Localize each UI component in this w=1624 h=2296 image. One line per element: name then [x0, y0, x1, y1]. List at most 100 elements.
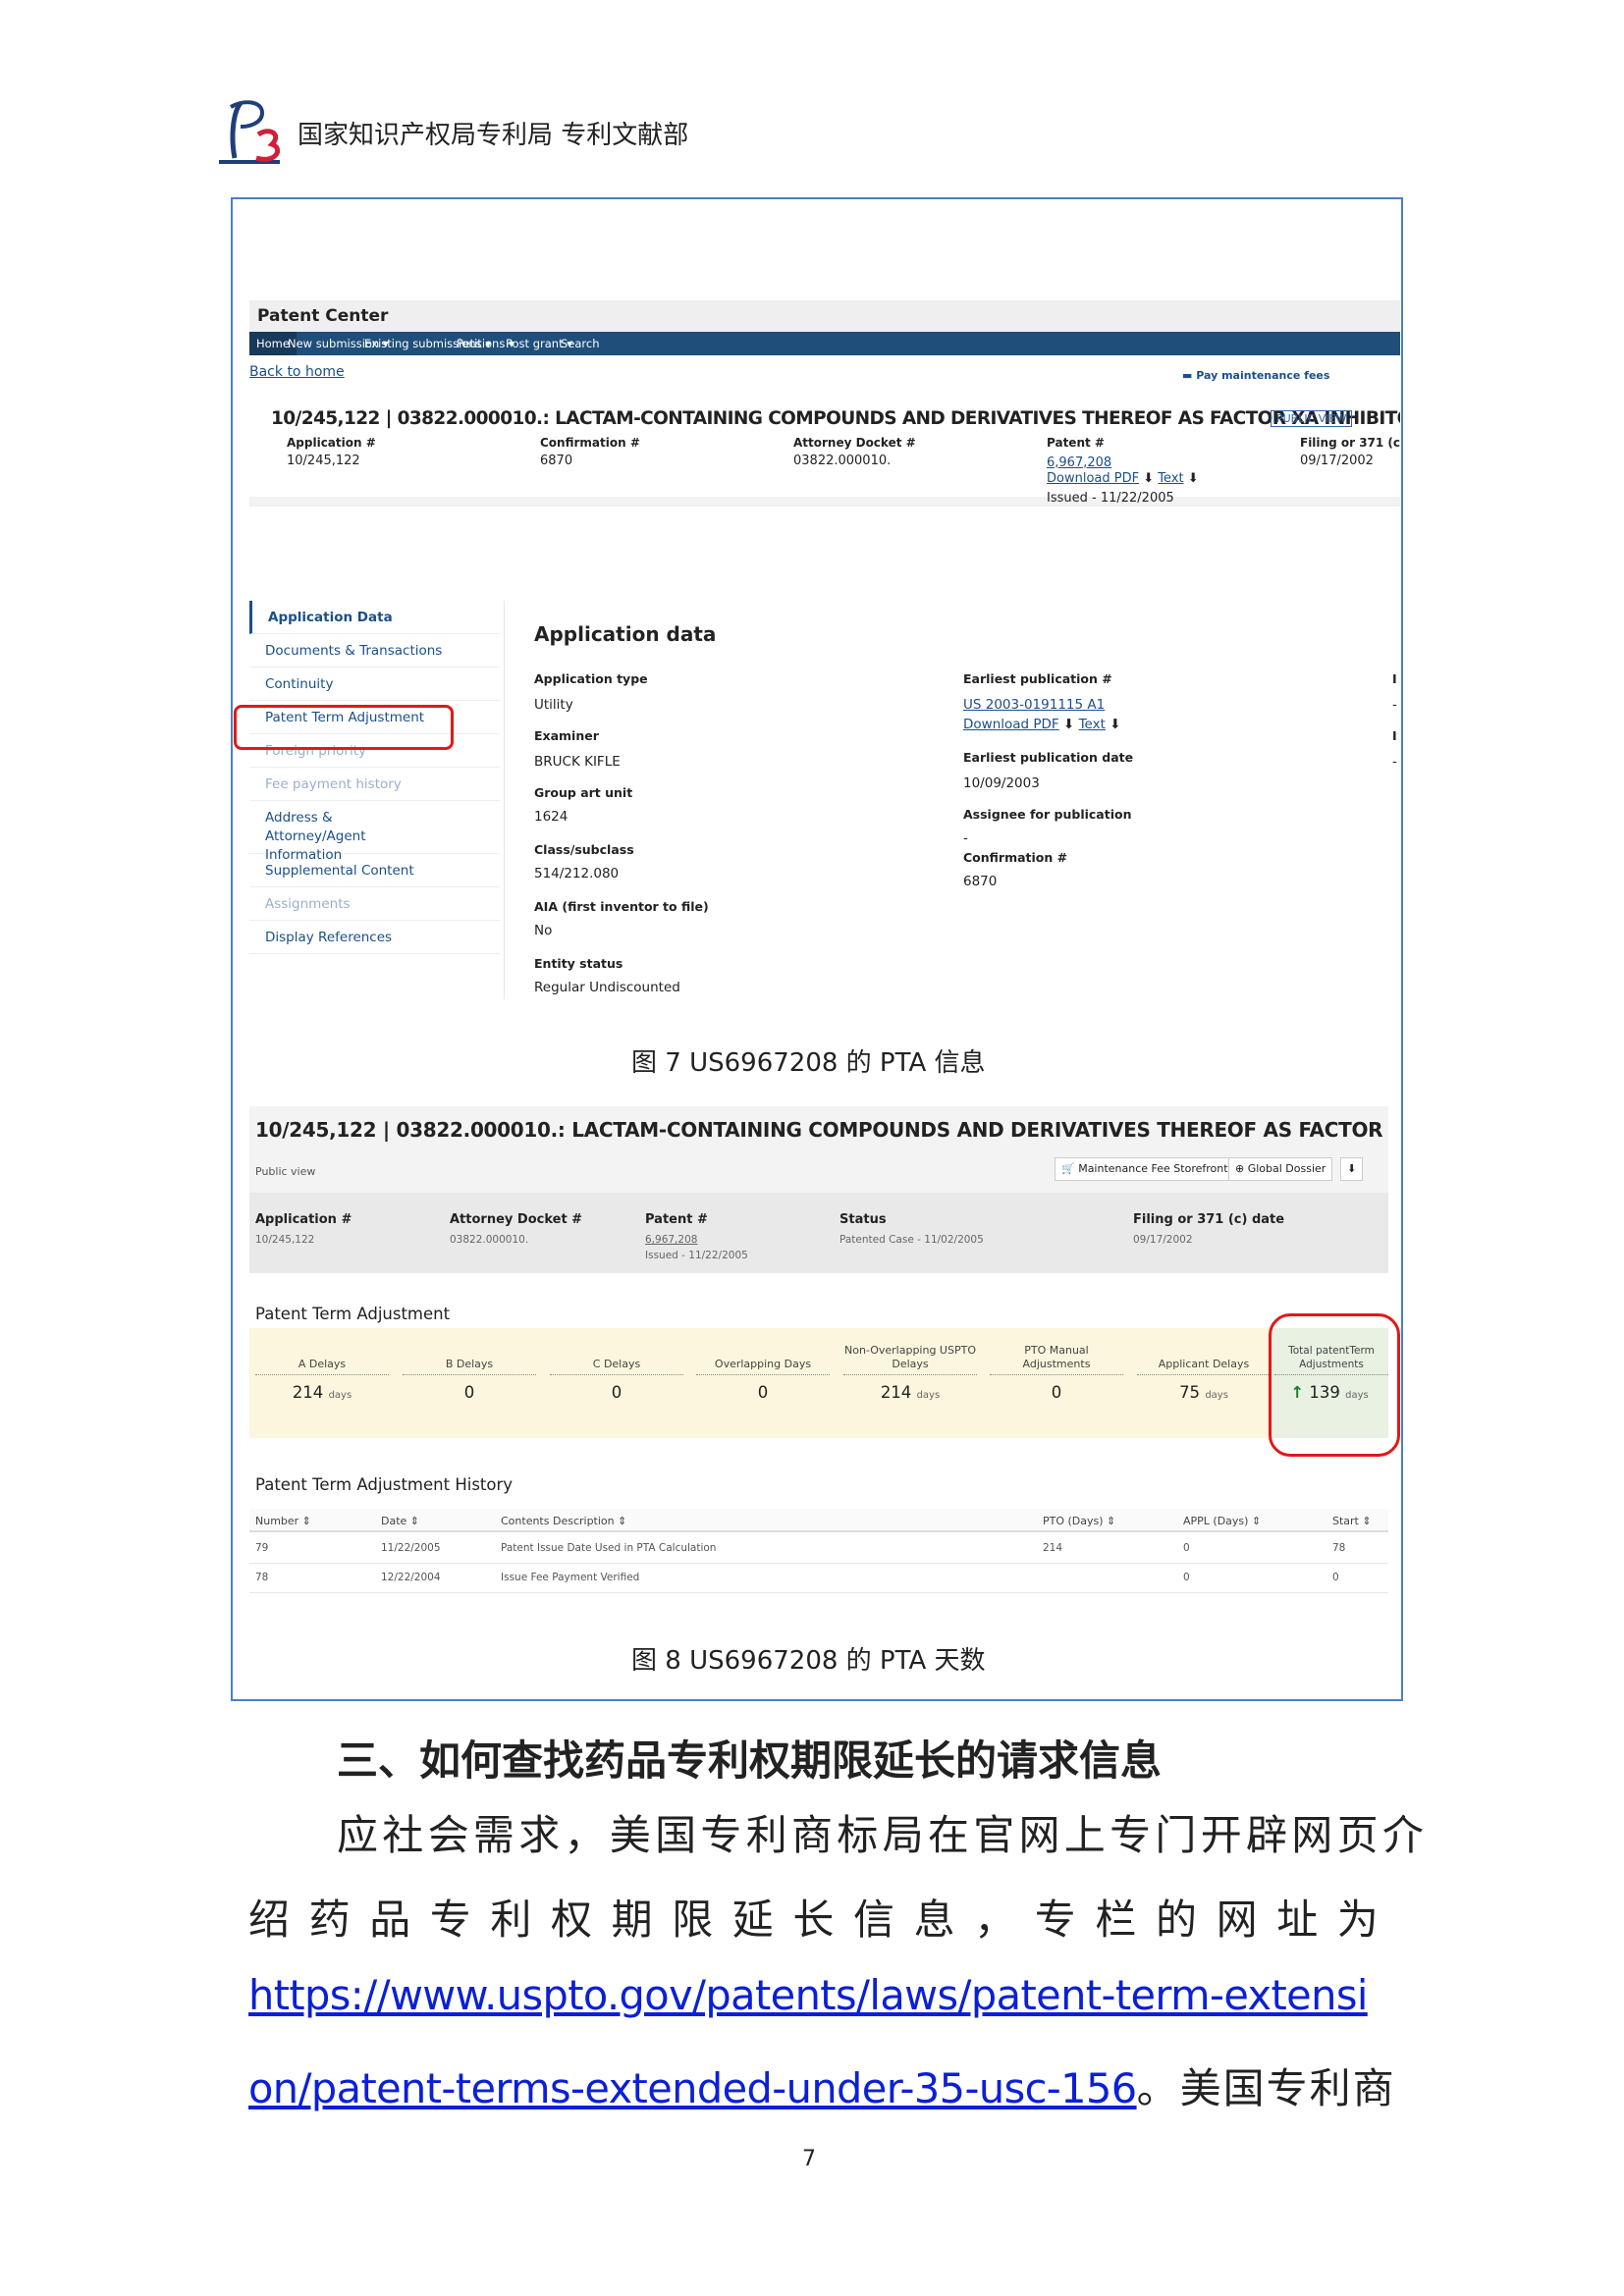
uspto-url-link-continued[interactable]: on/patent-terms-extended-under-35-usc-15…: [248, 2064, 1137, 2112]
sidebar-item-assignments[interactable]: Assignments: [249, 887, 500, 921]
text-link[interactable]: Text: [1158, 471, 1183, 486]
nav-search[interactable]: Search: [554, 332, 607, 355]
patent-number-link[interactable]: 6,967,208: [1047, 455, 1111, 470]
sidebar-item-display-references[interactable]: Display References: [249, 921, 500, 954]
cell: 12/22/2004: [381, 1572, 441, 1583]
page-header: 国家知识产权局专利局 专利文献部: [211, 93, 702, 172]
page-number: 7: [802, 2147, 816, 2171]
sidebar-item-application-data[interactable]: Application Data: [249, 601, 500, 634]
paragraph-line: 应社会需求，美国专利商标局在官网上专门开辟网页介: [337, 1811, 1429, 1859]
application-type-value: Utility: [534, 697, 573, 713]
download-button[interactable]: ⬇: [1340, 1157, 1364, 1181]
back-to-home-link[interactable]: Back to home: [249, 364, 345, 380]
assignee-value: -: [963, 830, 968, 846]
download-icon: ⬇: [1347, 1162, 1357, 1175]
application-title: 10/245,122 | 03822.000010.: LACTAM-CONTA…: [271, 408, 1400, 429]
column-number[interactable]: Number ⇕: [255, 1515, 311, 1527]
column-date[interactable]: Date ⇕: [381, 1515, 419, 1527]
table-row: 78 12/22/2004 Issue Fee Payment Verified…: [249, 1564, 1388, 1593]
attorney-docket-value: 03822.000010.: [793, 454, 892, 468]
clipped-label: I: [1392, 728, 1397, 743]
class-subclass-value: 514/212.080: [534, 866, 620, 881]
filing-date-label: Filing or 371 (c) date: [1133, 1212, 1285, 1227]
download-icon: ⬇: [1063, 717, 1079, 732]
section-heading: 三、如何查找药品专利权期限延长的请求信息: [337, 1736, 1163, 1785]
examiner-value: BRUCK KIFLE: [534, 754, 621, 770]
issued-date: Issued - 11/22/2005: [1047, 491, 1174, 506]
cell: 0: [1332, 1572, 1339, 1583]
column-appl-days[interactable]: APPL (Days) ⇕: [1183, 1515, 1261, 1527]
application-data-title: Application data: [534, 622, 717, 646]
pay-maintenance-fees-link[interactable]: ▬ Pay maintenance fees: [1182, 369, 1329, 382]
clipped-value: -: [1392, 754, 1397, 770]
dossier-label: Global Dossier: [1247, 1162, 1326, 1175]
pta-number: 0: [757, 1383, 769, 1402]
public-view-label: Public view: [255, 1165, 316, 1178]
maintenance-fee-storefront-button[interactable]: 🛒 Maintenance Fee Storefront: [1055, 1157, 1235, 1181]
download-pdf-link[interactable]: Download PDF: [1047, 471, 1139, 486]
cart-icon: 🛒: [1061, 1162, 1079, 1175]
attorney-docket-value: 03822.000010.: [450, 1234, 529, 1246]
pta-value: 0: [544, 1383, 689, 1402]
pta-header: 10/245,122 | 03822.000010.: LACTAM-CONTA…: [249, 1106, 1388, 1273]
pta-a-delays: A Delays 214 days: [249, 1328, 395, 1438]
application-type-label: Application type: [534, 671, 648, 686]
publication-date-value: 10/09/2003: [963, 775, 1040, 791]
sidebar-item-continuity[interactable]: Continuity: [249, 667, 500, 701]
patent-number-label: Patent #: [645, 1212, 708, 1227]
cell: 0: [1183, 1542, 1190, 1554]
pta-b-delays: B Delays 0: [397, 1328, 542, 1438]
patent-number-link[interactable]: 6,967,208: [645, 1234, 697, 1246]
publication-date-label: Earliest publication date: [963, 750, 1134, 765]
application-summary: Application # 10/245,122 Attorney Docket…: [249, 1193, 1388, 1273]
pta-label: C Delays: [550, 1358, 683, 1375]
global-dossier-button[interactable]: ⊕ Global Dossier: [1228, 1157, 1333, 1181]
sidebar-item-supplemental-content[interactable]: Supplemental Content: [249, 854, 500, 887]
pta-label: Overlapping Days: [696, 1358, 830, 1375]
cell: Issue Fee Payment Verified: [501, 1572, 640, 1583]
publication-downloads: Download PDF ⬇ Text ⬇: [963, 717, 1121, 732]
history-table-header: Number ⇕ Date ⇕ Contents Description ⇕ P…: [249, 1509, 1388, 1532]
cell: 78: [255, 1572, 269, 1583]
pta-number: 0: [463, 1383, 475, 1402]
pta-number: 75: [1179, 1383, 1201, 1402]
paragraph-line: 绍药品专利权期限延长信息，专栏的网址为: [248, 1896, 1398, 1944]
pta-value: 75 days: [1131, 1383, 1276, 1402]
column-contents[interactable]: Contents Description ⇕: [501, 1515, 626, 1527]
organization-name: 国家知识产权局专利局 专利文献部: [298, 121, 689, 150]
pta-non-overlapping-delays: Non-Overlapping USPTO Delays 214 days: [838, 1328, 983, 1438]
confirmation-number-value: 6870: [540, 454, 573, 468]
sidebar-item-documents[interactable]: Documents & Transactions: [249, 634, 500, 667]
office-logo-icon: [219, 100, 280, 164]
pta-value: 0: [690, 1383, 836, 1402]
cell: 214: [1043, 1542, 1063, 1554]
pta-history-title: Patent Term Adjustment History: [255, 1475, 514, 1494]
figure-7-caption: 图 7 US6967208 的 PTA 信息: [631, 1048, 986, 1078]
pta-label: A Delays: [255, 1358, 389, 1375]
pta-label: Non-Overlapping USPTO Delays: [843, 1344, 977, 1375]
clipped-label: I: [1392, 671, 1397, 686]
column-start[interactable]: Start ⇕: [1332, 1515, 1372, 1527]
pta-value: 214 days: [838, 1383, 983, 1402]
pta-summary: A Delays 214 days B Delays 0 C Delays 0 …: [249, 1328, 1388, 1438]
site-title: Patent Center: [249, 300, 1400, 332]
column-pto-days[interactable]: PTO (Days) ⇕: [1043, 1515, 1115, 1527]
figure-8-caption: 图 8 US6967208 的 PTA 天数: [631, 1646, 986, 1676]
status-label: Status: [839, 1212, 887, 1227]
pta-value: 0: [397, 1383, 542, 1402]
uspto-url-link[interactable]: https://www.uspto.gov/patents/laws/paten…: [248, 1971, 1368, 2019]
earliest-publication-link[interactable]: US 2003-0191115 A1: [963, 697, 1105, 713]
pub-confirmation-label: Confirmation #: [963, 850, 1068, 865]
cell: 11/22/2005: [381, 1542, 441, 1554]
nav-bar: Home New submission ▾ Existing submissio…: [249, 332, 1400, 355]
pub-download-pdf-link[interactable]: Download PDF: [963, 717, 1059, 732]
table-row: 79 11/22/2005 Patent Issue Date Used in …: [249, 1534, 1388, 1564]
application-number-value: 10/245,122: [287, 454, 360, 468]
url-line: on/patent-terms-extended-under-35-usc-15…: [248, 2056, 1396, 2115]
sidebar-item-fee-payment-history[interactable]: Fee payment history: [249, 768, 500, 801]
pub-text-link[interactable]: Text: [1079, 717, 1106, 732]
public-view-badge: PUBLIC VIEW: [1271, 410, 1353, 427]
filing-date-label: Filing or 371 (c) da: [1300, 436, 1400, 450]
sidebar-item-address-attorney[interactable]: Address & Attorney/Agent Information: [249, 801, 500, 863]
cell: Patent Issue Date Used in PTA Calculatio…: [501, 1542, 717, 1554]
